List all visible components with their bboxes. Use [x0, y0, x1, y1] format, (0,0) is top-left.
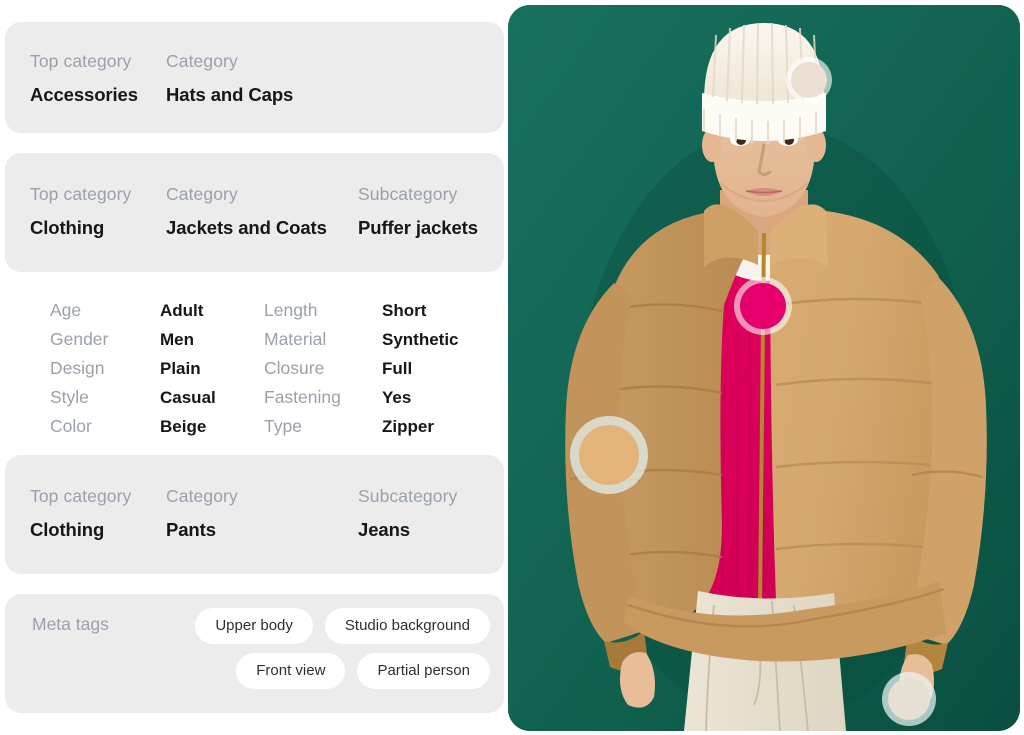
meta-tag-pill[interactable]: Front view — [236, 653, 346, 689]
category-field-category: Category Jackets and Coats — [166, 184, 327, 239]
field-value: Jackets and Coats — [166, 217, 327, 239]
field-value: Jeans — [358, 519, 410, 541]
field-label: Category — [166, 51, 238, 71]
meta-tags-label: Meta tags — [32, 614, 109, 634]
field-label: Category — [166, 184, 238, 204]
attribute-label: Color — [50, 416, 92, 436]
field-label: Top category — [30, 51, 132, 71]
attribute-value: Yes — [382, 388, 412, 407]
field-label: Top category — [30, 184, 132, 204]
attributes-panel: Top category Accessories Category Hats a… — [0, 0, 506, 735]
meta-tag-pill[interactable]: Studio background — [324, 608, 490, 644]
attribute-label: Material — [264, 329, 327, 349]
attribute-values-column-a: Adult Men Plain Casual Beige — [160, 296, 264, 441]
attribute-value: Men — [160, 330, 194, 349]
attribute-label: Fastening — [264, 387, 341, 407]
field-value: Clothing — [30, 519, 105, 541]
meta-tag-pill[interactable]: Partial person — [357, 653, 490, 689]
attribute-label: Closure — [264, 358, 325, 378]
product-tagging-screen: Top category Accessories Category Hats a… — [0, 0, 1024, 735]
attributes-grid: Age Gender Design Style Color Adult Men … — [50, 296, 459, 441]
attribute-value: Zipper — [382, 417, 434, 436]
attribute-labels-column-a: Age Gender Design Style Color — [50, 296, 160, 441]
model-illustration — [508, 5, 1020, 731]
category-field-subcategory: Subcategory Jeans — [358, 486, 458, 541]
attribute-label: Age — [50, 300, 82, 320]
field-value: Clothing — [30, 217, 105, 239]
sweater-marker[interactable] — [734, 277, 792, 335]
category-field-top-category: Top category Accessories — [30, 51, 138, 106]
attribute-label: Length — [264, 300, 318, 320]
clothing-jacket-card[interactable]: Top category Clothing Category Jackets a… — [5, 153, 504, 272]
jacket-marker[interactable] — [570, 416, 648, 494]
attribute-value: Casual — [160, 388, 216, 407]
attribute-value: Adult — [160, 301, 204, 320]
category-field-category: Category Hats and Caps — [166, 51, 294, 106]
field-label: Subcategory — [358, 184, 458, 204]
meta-tag-pill[interactable]: Upper body — [195, 608, 313, 644]
attribute-value: Short — [382, 301, 427, 320]
meta-tags-list: Upper body Studio background Front view … — [155, 608, 490, 689]
attribute-label: Gender — [50, 329, 109, 349]
field-label: Top category — [30, 486, 132, 506]
field-label: Category — [166, 486, 238, 506]
attribute-value: Synthetic — [382, 330, 459, 349]
field-value: Pants — [166, 519, 216, 541]
model-photo[interactable] — [508, 5, 1020, 731]
field-label: Subcategory — [358, 486, 458, 506]
jeans-marker[interactable] — [882, 672, 936, 726]
attribute-values-column-b: Short Synthetic Full Yes Zipper — [382, 296, 459, 441]
attributes-section: Age Gender Design Style Color Adult Men … — [5, 280, 504, 445]
category-field-category: Category Pants — [166, 486, 238, 541]
category-field-subcategory: Subcategory Puffer jackets — [358, 184, 478, 239]
field-value: Accessories — [30, 84, 138, 106]
field-value: Puffer jackets — [358, 217, 478, 239]
attribute-label: Style — [50, 387, 89, 407]
hat-marker[interactable] — [786, 57, 832, 103]
attribute-value: Beige — [160, 417, 207, 436]
attribute-labels-column-b: Length Material Closure Fastening Type — [264, 296, 382, 441]
category-field-top-category: Top category Clothing — [30, 184, 132, 239]
attribute-label: Type — [264, 416, 302, 436]
field-value: Hats and Caps — [166, 84, 294, 106]
attribute-label: Design — [50, 358, 105, 378]
accessories-card[interactable]: Top category Accessories Category Hats a… — [5, 22, 504, 133]
clothing-pants-card[interactable]: Top category Clothing Category Pants Sub… — [5, 455, 504, 574]
meta-tags-card[interactable]: Meta tags Upper body Studio background F… — [5, 594, 504, 713]
attribute-value: Full — [382, 359, 413, 378]
category-field-top-category: Top category Clothing — [30, 486, 132, 541]
attribute-value: Plain — [160, 359, 201, 378]
